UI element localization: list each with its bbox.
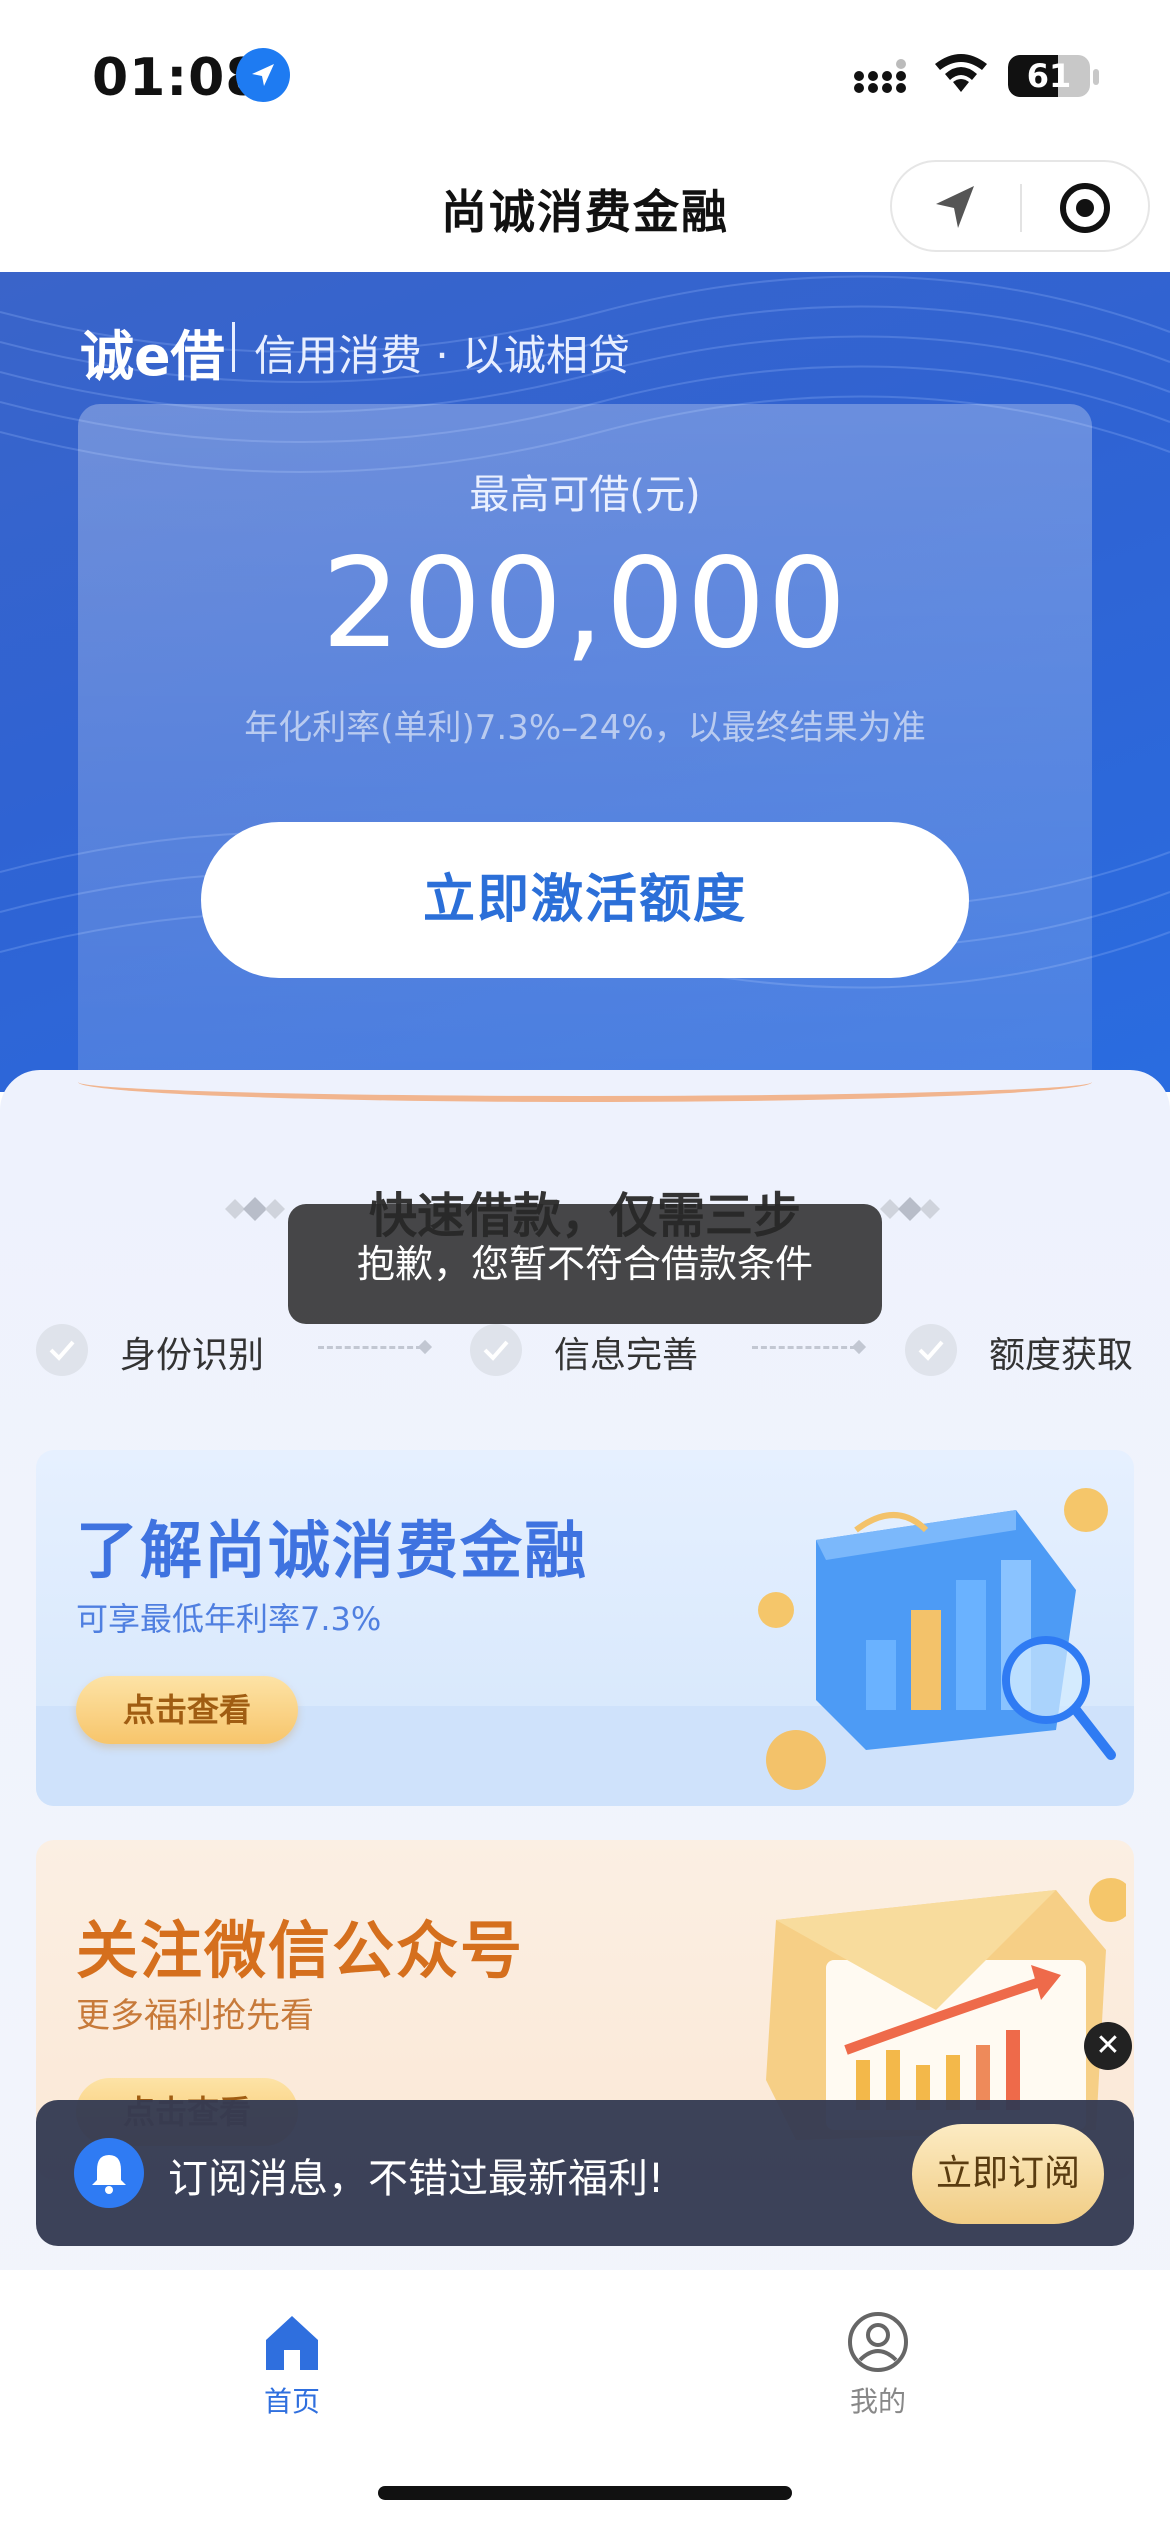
check-icon bbox=[36, 1324, 88, 1376]
record-circle-icon bbox=[1060, 183, 1110, 233]
tab-home[interactable]: 首页 bbox=[192, 2310, 392, 2420]
profile-icon bbox=[848, 2312, 908, 2372]
check-icon bbox=[470, 1324, 522, 1376]
max-loan-label: 最高可借(元) bbox=[469, 472, 701, 518]
tab-profile[interactable]: 我的 bbox=[778, 2310, 978, 2420]
navigation-arrow-icon bbox=[936, 186, 974, 228]
bell-icon bbox=[74, 2138, 144, 2208]
cellular-signal-icon bbox=[854, 59, 906, 93]
slogan-divider bbox=[232, 322, 235, 372]
battery-tip bbox=[1093, 69, 1099, 85]
card-orange-edge bbox=[78, 1062, 1092, 1102]
step-label: 信息完善 bbox=[554, 1335, 699, 1376]
step-label: 额度获取 bbox=[989, 1335, 1134, 1376]
close-subscribe-button[interactable]: ✕ bbox=[1084, 2022, 1132, 2070]
home-indicator bbox=[378, 2486, 792, 2500]
subscribe-now-button[interactable]: 立即订阅 bbox=[912, 2124, 1104, 2224]
wifi-icon bbox=[935, 54, 987, 92]
credit-limit-card: 最高可借(元) 200,000 年化利率(单利)7.3%–24%，以最终结果为准… bbox=[78, 404, 1092, 1092]
brand-name: 诚e借 bbox=[80, 325, 225, 388]
max-loan-amount: 200,000 bbox=[321, 532, 849, 676]
battery-icon: 61 bbox=[1008, 55, 1090, 97]
subscribe-message: 订阅消息，不错过最新福利! bbox=[168, 2156, 665, 2202]
activate-limit-button[interactable]: 立即激活额度 bbox=[201, 822, 969, 978]
mini-program-capsule bbox=[890, 160, 1150, 252]
navigation-bar: 尚诚消费金融 bbox=[0, 150, 1170, 272]
about-company-card[interactable]: 了解尚诚消费金融 可享最低年利率7.3% 点击查看 bbox=[36, 1450, 1134, 1806]
error-toast: 抱歉，您暂不符合借款条件 bbox=[288, 1204, 882, 1324]
brand-slogan: 信用消费 · 以诚相贷 bbox=[254, 331, 631, 380]
step-info: 信息完善 bbox=[470, 1318, 730, 1378]
subscribe-bar: 订阅消息，不错过最新福利! 立即订阅 bbox=[36, 2100, 1134, 2246]
step-limit: 额度获取 bbox=[905, 1318, 1165, 1378]
check-icon bbox=[905, 1324, 957, 1376]
step-connector bbox=[318, 1346, 422, 1349]
tab-label: 我的 bbox=[849, 2385, 906, 2418]
tab-label: 首页 bbox=[263, 2385, 320, 2418]
hero-banner: 诚e借 信用消费 · 以诚相贷 最高可借(元) 200,000 年化利率(单利)… bbox=[0, 272, 1170, 1092]
promo-title: 关注微信公众号 bbox=[76, 1914, 525, 1987]
view-details-button[interactable]: 点击查看 bbox=[76, 1676, 298, 1744]
battery-percent: 61 bbox=[1026, 57, 1072, 95]
step-label: 身份识别 bbox=[120, 1335, 265, 1376]
close-miniprogram-button[interactable] bbox=[1050, 180, 1120, 236]
bar-chart-illustration-icon bbox=[758, 1488, 1116, 1790]
home-icon bbox=[266, 2316, 318, 2370]
interest-rate-note: 年化利率(单利)7.3%–24%，以最终结果为准 bbox=[244, 708, 926, 748]
step-connector bbox=[752, 1346, 856, 1349]
status-bar: 01:08 61 bbox=[0, 0, 1170, 150]
location-arrow-icon bbox=[236, 48, 290, 102]
capsule-divider bbox=[1020, 184, 1022, 232]
promo-title: 了解尚诚消费金融 bbox=[76, 1514, 589, 1587]
location-share-button[interactable] bbox=[922, 180, 992, 236]
promo-subtitle: 可享最低年利率7.3% bbox=[76, 1600, 382, 1638]
promo-subtitle: 更多福利抢先看 bbox=[76, 1996, 314, 2036]
step-identity: 身份识别 bbox=[36, 1318, 296, 1378]
